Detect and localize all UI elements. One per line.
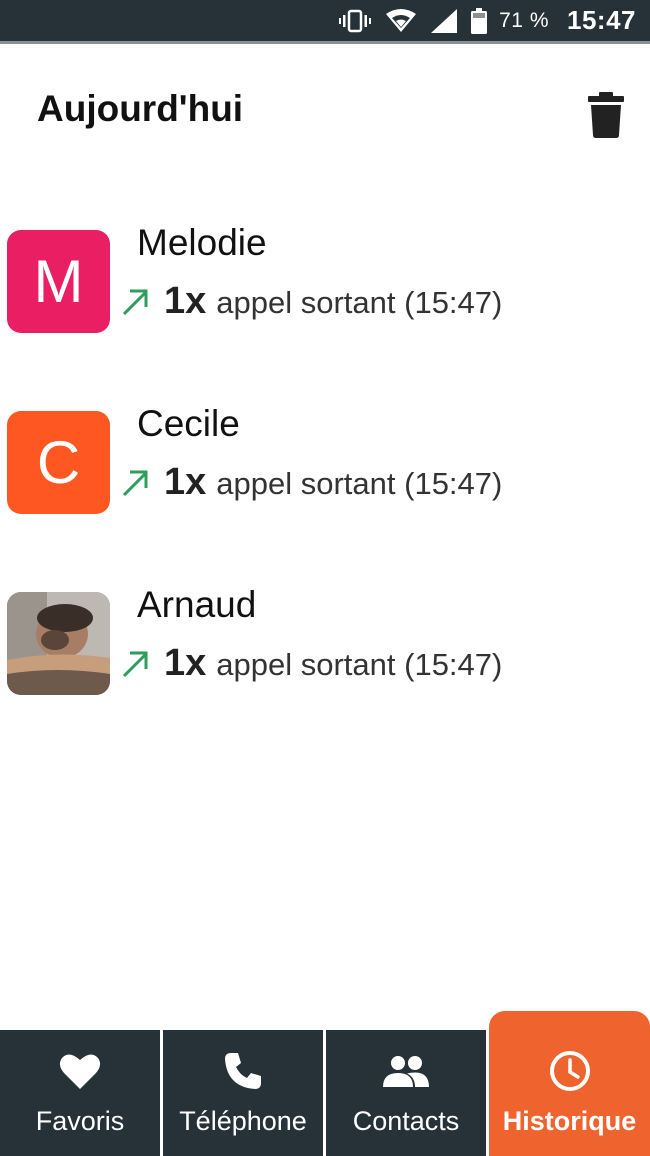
signal-icon: [431, 8, 458, 33]
outgoing-arrow-icon: [120, 287, 150, 317]
heart-icon: [59, 1050, 101, 1092]
nav-label: Historique: [502, 1106, 637, 1136]
nav-label: Téléphone: [179, 1106, 307, 1136]
call-detail: 1x appel sortant (15:47): [120, 461, 502, 504]
call-history-list: M Melodie 1x appel sortant (15:47) C Cec…: [0, 222, 650, 773]
phone-icon: [223, 1050, 263, 1092]
avatar-photo: [7, 592, 110, 695]
call-entry-cecile[interactable]: C Cecile 1x appel sortant (15:47): [0, 403, 650, 592]
outgoing-arrow-icon: [120, 468, 150, 498]
vibrate-icon: [339, 9, 372, 33]
call-description: appel sortant (15:47): [216, 285, 503, 320]
call-count: 1x: [164, 642, 207, 684]
nav-telephone[interactable]: Téléphone: [163, 1030, 323, 1156]
nav-label: Contacts: [352, 1106, 460, 1136]
outgoing-arrow-icon: [120, 649, 150, 679]
trash-icon: [588, 92, 624, 138]
battery-icon: [471, 7, 488, 34]
clock: 15:47: [567, 5, 636, 35]
nav-label: Favoris: [35, 1106, 125, 1136]
avatar: M: [7, 230, 110, 333]
contact-name: Melodie: [137, 222, 267, 263]
bottom-navigation: Favoris Téléphone Contacts Historique: [0, 1011, 650, 1156]
call-description: appel sortant (15:47): [216, 466, 503, 501]
wifi-icon: [385, 8, 417, 33]
call-detail: 1x appel sortant (15:47): [120, 280, 502, 323]
status-bar: 71 % 15:47: [0, 0, 650, 44]
people-icon: [383, 1050, 429, 1092]
clock-icon: [549, 1050, 591, 1092]
call-count: 1x: [164, 461, 207, 503]
contact-name: Arnaud: [137, 584, 257, 625]
avatar-initial: M: [33, 248, 84, 315]
nav-favoris[interactable]: Favoris: [0, 1030, 160, 1156]
header: Aujourd'hui: [0, 44, 650, 174]
avatar-initial: C: [36, 429, 81, 496]
call-description: appel sortant (15:47): [216, 647, 503, 682]
call-count: 1x: [164, 280, 207, 322]
nav-historique[interactable]: Historique: [489, 1011, 650, 1156]
call-entry-arnaud[interactable]: Arnaud 1x appel sortant (15:47): [0, 584, 650, 773]
battery-percentage: 71 %: [499, 8, 549, 32]
call-entry-melodie[interactable]: M Melodie 1x appel sortant (15:47): [0, 222, 650, 411]
contact-name: Cecile: [137, 403, 240, 444]
avatar: C: [7, 411, 110, 514]
page-title: Aujourd'hui: [37, 88, 244, 129]
delete-history-button[interactable]: [588, 92, 624, 138]
nav-contacts[interactable]: Contacts: [326, 1030, 486, 1156]
contact-photo: [7, 592, 110, 695]
call-detail: 1x appel sortant (15:47): [120, 642, 502, 685]
